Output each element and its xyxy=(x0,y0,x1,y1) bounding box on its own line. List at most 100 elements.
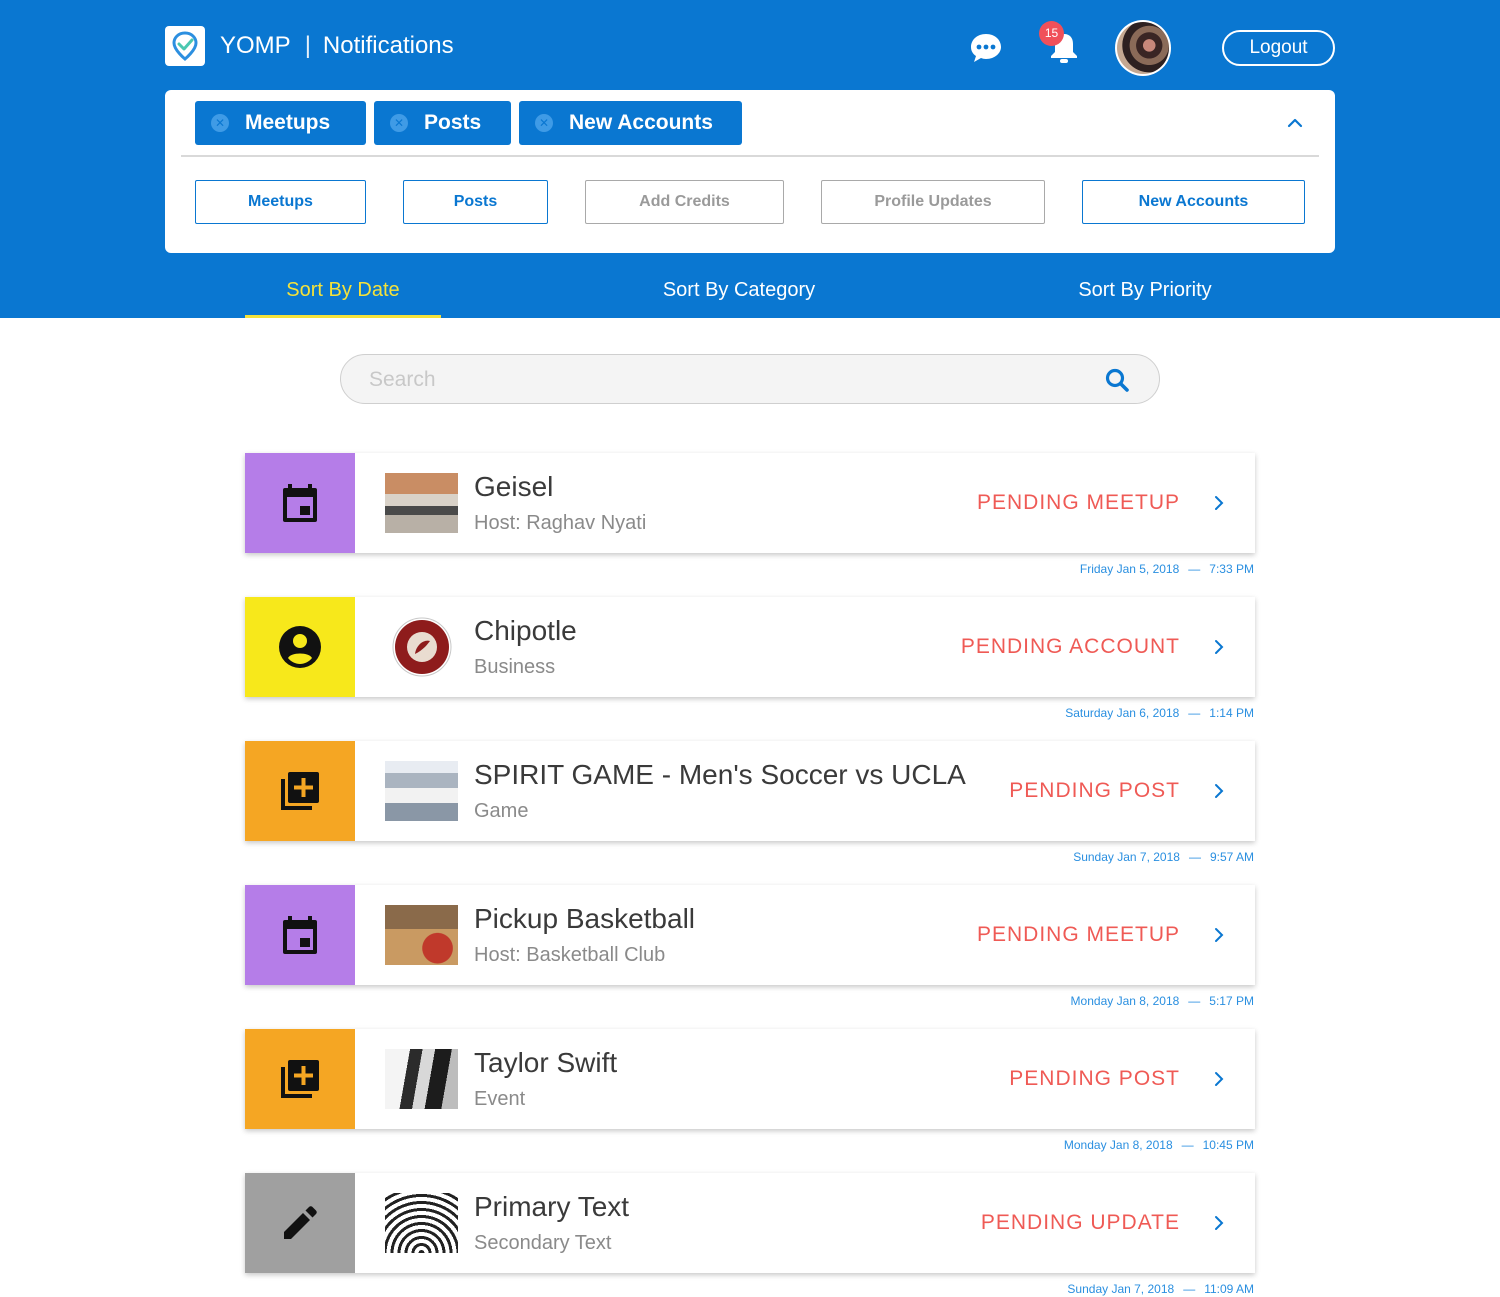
chevron-right-icon[interactable] xyxy=(1211,925,1227,945)
chevron-right-icon[interactable] xyxy=(1211,1213,1227,1233)
timestamp: Monday Jan 8, 2018—5:17 PM xyxy=(1070,994,1254,1008)
notification-row[interactable]: Primary Text Secondary Text PENDING UPDA… xyxy=(245,1173,1255,1273)
logo-icon xyxy=(172,31,198,61)
timestamp-date: Sunday Jan 7, 2018 xyxy=(1067,1282,1175,1296)
app-name: YOMP xyxy=(220,32,291,59)
chevron-right-icon[interactable] xyxy=(1211,1069,1227,1089)
filter-option-profile-updates[interactable]: Profile Updates xyxy=(821,180,1045,224)
add-post-icon xyxy=(281,1060,319,1098)
account-circle-icon xyxy=(279,626,321,668)
category-tile xyxy=(245,453,355,553)
timestamp: Sunday Jan 7, 2018—11:09 AM xyxy=(1067,1282,1254,1296)
search-icon[interactable] xyxy=(1104,367,1130,393)
category-tile xyxy=(245,597,355,697)
active-filter-label: Meetups xyxy=(245,111,331,134)
search-bar xyxy=(340,354,1160,404)
active-filter-posts[interactable]: ✕ Posts xyxy=(374,101,511,145)
row-title: Primary Text xyxy=(474,1191,630,1222)
notifications-button[interactable]: 15 xyxy=(1039,21,1084,68)
row-title: Taylor Swift xyxy=(474,1047,618,1078)
row-title: Geisel xyxy=(474,471,554,502)
timestamp-time: 9:57 AM xyxy=(1209,850,1254,864)
active-filter-meetups[interactable]: ✕ Meetups xyxy=(195,101,366,145)
tab-sort-by-priority[interactable]: Sort By Priority xyxy=(1055,275,1235,318)
thumbnail xyxy=(385,761,458,821)
search-input[interactable] xyxy=(369,365,1069,395)
timestamp-time: 7:33 PM xyxy=(1209,562,1254,576)
active-filter-label: New Accounts xyxy=(569,111,713,134)
thumbnail xyxy=(385,473,458,533)
notification-row[interactable]: Chipotle Business PENDING ACCOUNT xyxy=(245,597,1255,697)
avatar-photo xyxy=(1117,22,1169,74)
page-name: Notifications xyxy=(322,32,454,59)
timestamp: Sunday Jan 7, 2018—9:57 AM xyxy=(1073,850,1254,864)
notification-row[interactable]: Taylor Swift Event PENDING POST xyxy=(245,1029,1255,1129)
active-filter-label: Posts xyxy=(424,111,482,134)
row-subtitle: Business xyxy=(474,656,556,678)
thumbnail xyxy=(385,617,458,677)
category-tile xyxy=(245,885,355,985)
tab-sort-by-category[interactable]: Sort By Category xyxy=(640,275,838,318)
chipotle-logo-icon xyxy=(392,617,451,677)
chat-icon[interactable] xyxy=(969,32,1003,64)
filter-option-new-accounts[interactable]: New Accounts xyxy=(1082,180,1305,224)
avatar[interactable] xyxy=(1115,20,1171,76)
thumbnail xyxy=(385,1193,458,1253)
category-tile xyxy=(245,741,355,841)
add-post-icon xyxy=(281,772,319,810)
timestamp-date: Monday Jan 8, 2018 xyxy=(1070,994,1180,1008)
page-title: YOMP | Notifications xyxy=(220,31,454,61)
timestamp-date: Monday Jan 8, 2018 xyxy=(1063,1138,1173,1152)
notification-count-badge: 15 xyxy=(1039,21,1064,46)
row-subtitle: Event xyxy=(474,1088,526,1110)
row-subtitle: Host: Raghav Nyati xyxy=(474,512,647,534)
row-title: Pickup Basketball xyxy=(474,903,696,934)
thumbnail xyxy=(385,905,458,965)
timestamp-time: 1:14 PM xyxy=(1209,706,1254,720)
remove-filter-icon[interactable]: ✕ xyxy=(535,114,553,132)
status-label: PENDING POST xyxy=(1009,779,1180,802)
chevron-up-icon[interactable] xyxy=(1284,112,1306,134)
status-label: PENDING UPDATE xyxy=(980,1211,1180,1234)
timestamp: Saturday Jan 6, 2018—1:14 PM xyxy=(1065,706,1254,720)
timestamp-time: 5:17 PM xyxy=(1209,994,1254,1008)
pencil-icon xyxy=(284,1206,317,1239)
timestamp: Friday Jan 5, 2018—7:33 PM xyxy=(1079,562,1254,576)
status-label: PENDING MEETUP xyxy=(976,491,1180,514)
timestamp-date: Sunday Jan 7, 2018 xyxy=(1073,850,1180,864)
chevron-right-icon[interactable] xyxy=(1211,781,1227,801)
category-tile xyxy=(245,1029,355,1129)
notification-row[interactable]: Geisel Host: Raghav Nyati PENDING MEETUP xyxy=(245,453,1255,553)
filter-panel: ✕ Meetups ✕ Posts ✕ New Accounts Meetups… xyxy=(165,90,1335,253)
timestamp-date: Friday Jan 5, 2018 xyxy=(1079,562,1180,576)
divider xyxy=(181,155,1319,157)
timestamp-date: Saturday Jan 6, 2018 xyxy=(1065,706,1180,720)
notification-row[interactable]: SPIRIT GAME - Men's Soccer vs UCLA Game … xyxy=(245,741,1255,841)
logout-button[interactable]: Logout xyxy=(1222,30,1335,66)
yomp-logo[interactable] xyxy=(165,26,205,66)
remove-filter-icon[interactable]: ✕ xyxy=(211,114,229,132)
row-title: Chipotle xyxy=(474,615,577,646)
remove-filter-icon[interactable]: ✕ xyxy=(390,114,408,132)
filter-option-add-credits[interactable]: Add Credits xyxy=(585,180,784,224)
active-filter-new-accounts[interactable]: ✕ New Accounts xyxy=(519,101,742,145)
calendar-icon xyxy=(283,484,317,522)
notification-row[interactable]: Pickup Basketball Host: Basketball Club … xyxy=(245,885,1255,985)
status-label: PENDING POST xyxy=(1009,1067,1180,1090)
title-separator: | xyxy=(304,32,311,59)
tab-sort-by-date[interactable]: Sort By Date xyxy=(245,275,441,318)
filter-option-posts[interactable]: Posts xyxy=(403,180,548,224)
filter-option-meetups[interactable]: Meetups xyxy=(195,180,366,224)
thumbnail xyxy=(385,1049,458,1109)
chevron-right-icon[interactable] xyxy=(1211,493,1227,513)
status-label: PENDING ACCOUNT xyxy=(960,635,1180,658)
timestamp: Monday Jan 8, 2018—10:45 PM xyxy=(1063,1138,1254,1152)
row-title: SPIRIT GAME - Men's Soccer vs UCLA xyxy=(474,759,966,790)
row-subtitle: Host: Basketball Club xyxy=(474,944,666,966)
timestamp-time: 10:45 PM xyxy=(1202,1138,1254,1152)
row-subtitle: Game xyxy=(474,800,529,822)
calendar-icon xyxy=(283,916,317,954)
chevron-right-icon[interactable] xyxy=(1211,637,1227,657)
status-label: PENDING MEETUP xyxy=(976,923,1180,946)
timestamp-time: 11:09 AM xyxy=(1204,1282,1254,1296)
